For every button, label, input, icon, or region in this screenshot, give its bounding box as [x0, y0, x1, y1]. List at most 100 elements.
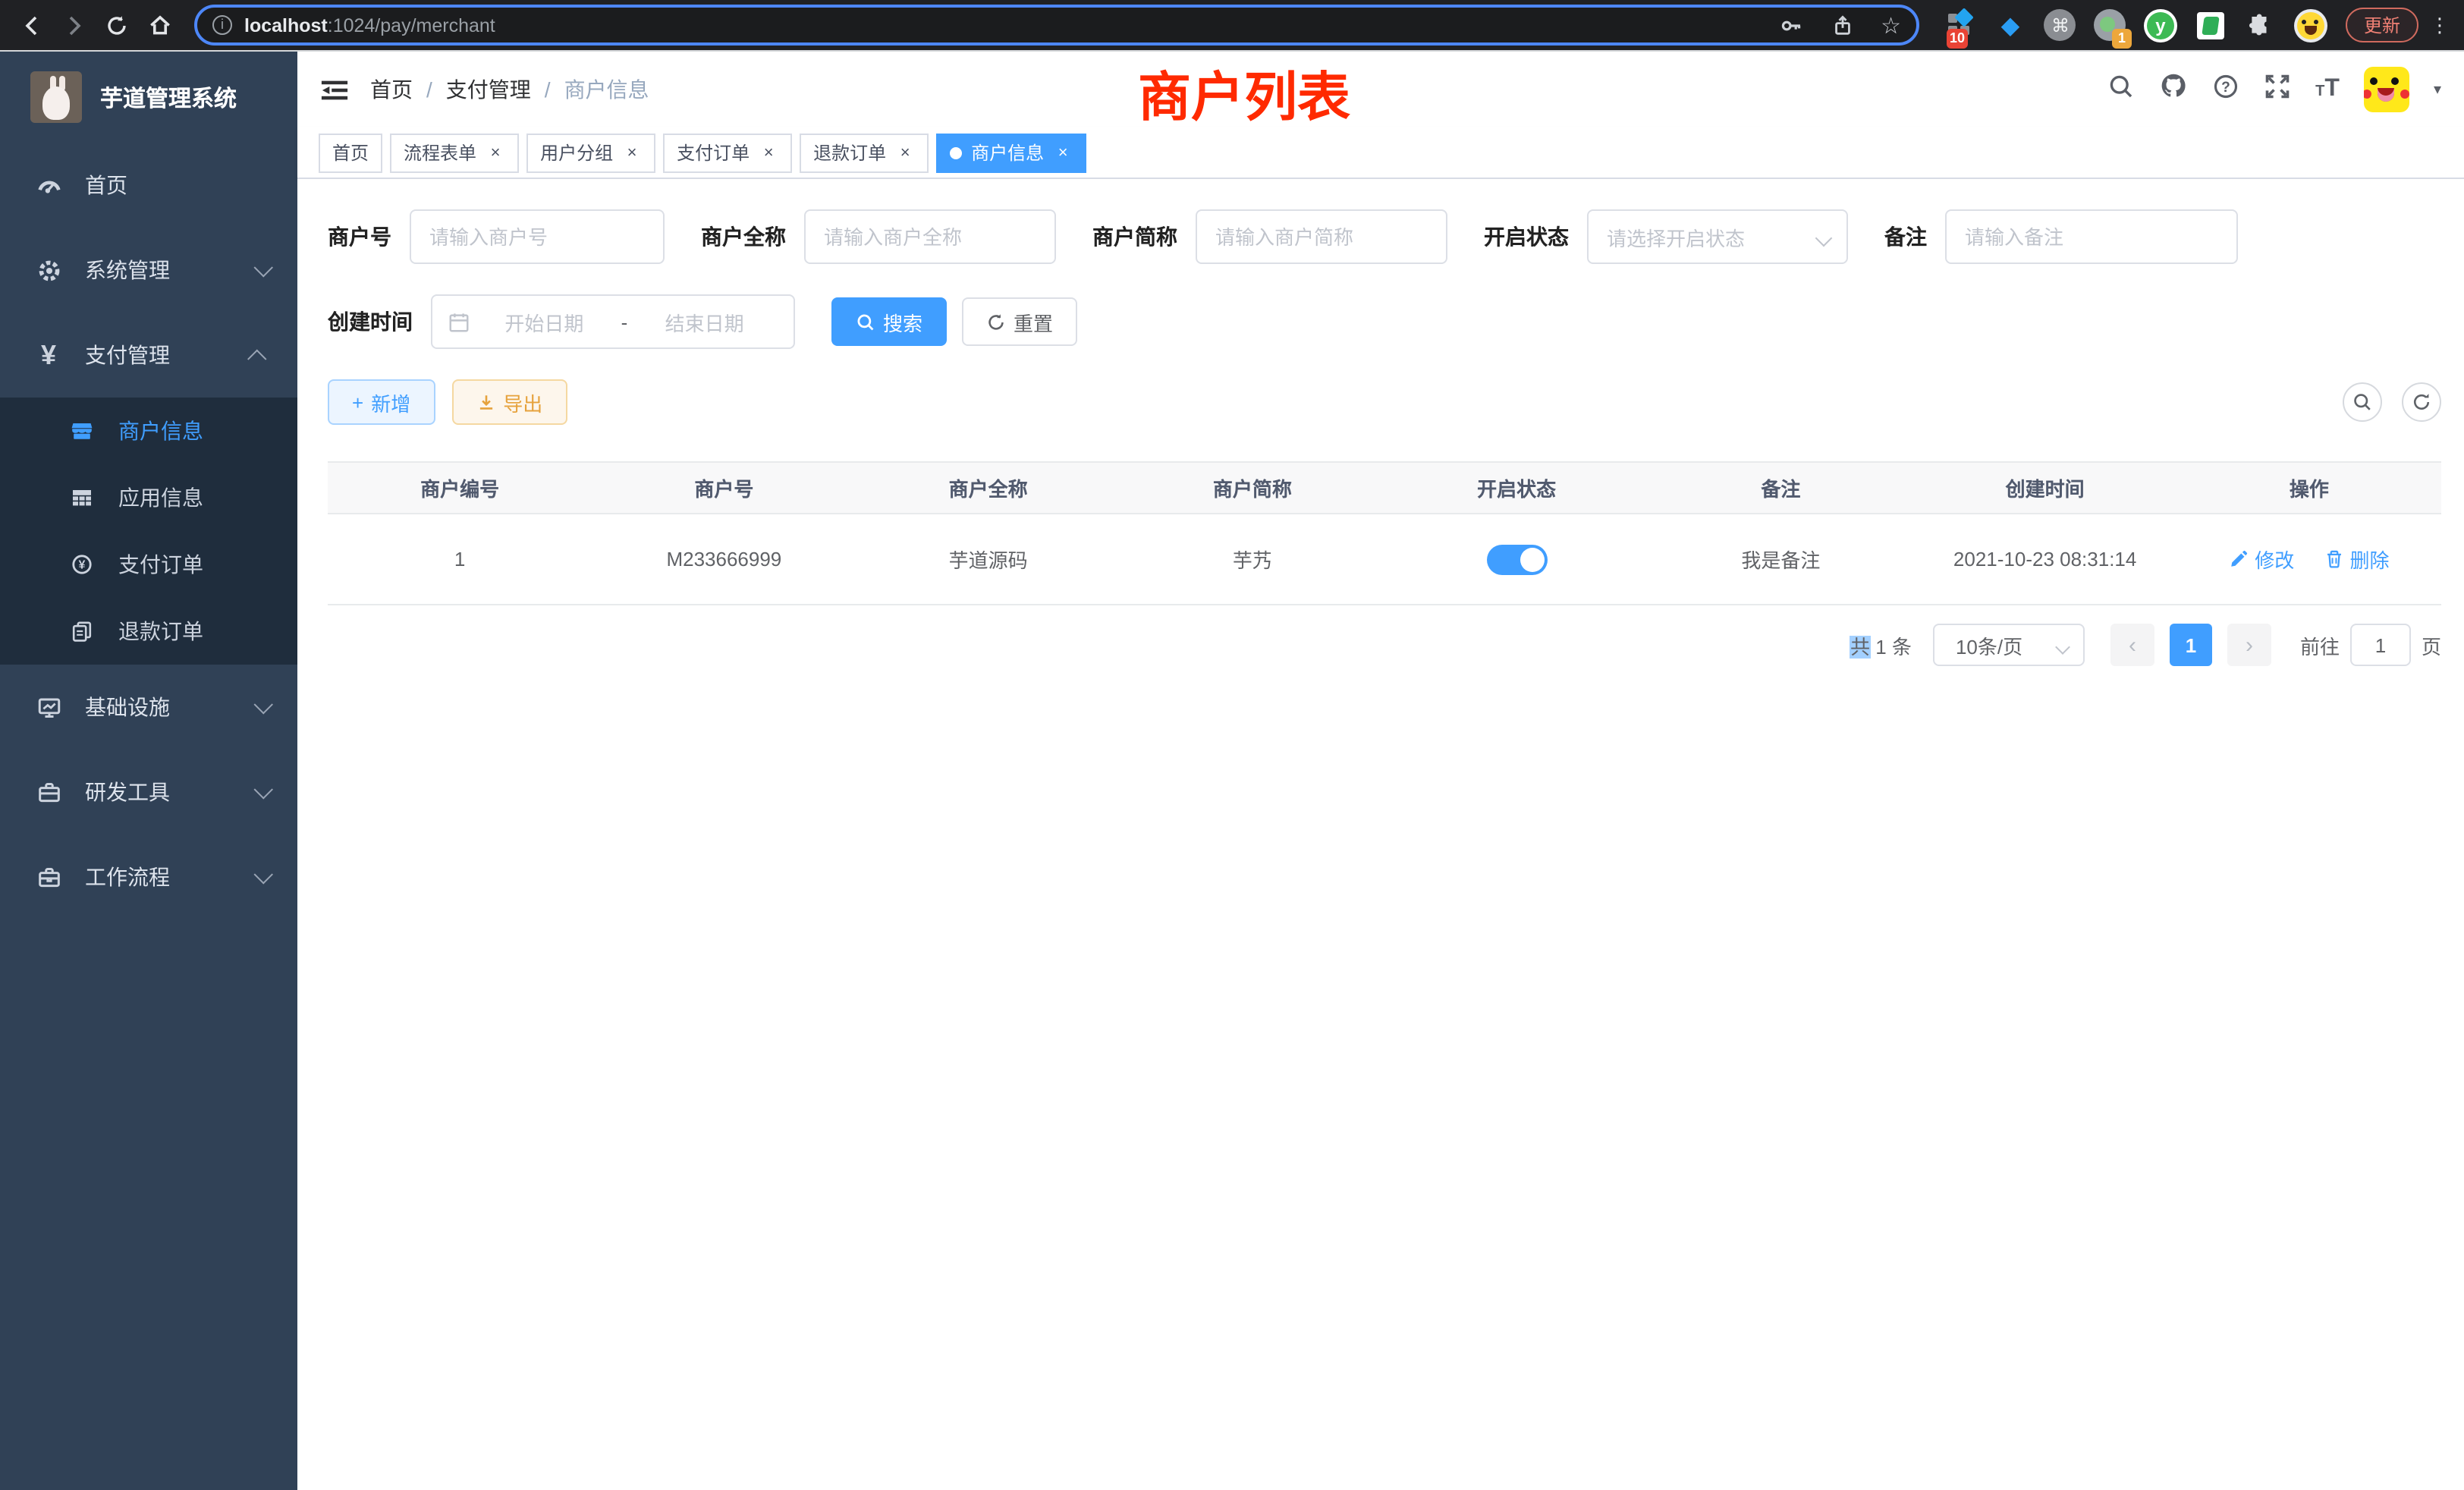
add-button[interactable]: + 新增	[328, 379, 435, 425]
sidebar-item-payment[interactable]: ¥ 支付管理	[0, 313, 297, 398]
tab-flow-form[interactable]: 流程表单×	[390, 133, 519, 172]
command-extension-icon[interactable]: ⌘	[2044, 8, 2077, 42]
tiles-extension-icon[interactable]: 10	[1944, 8, 1977, 42]
search-icon[interactable]	[2107, 72, 2135, 107]
breadcrumb-payment[interactable]: 支付管理	[446, 74, 531, 105]
status-select[interactable]: 请选择开启状态	[1587, 209, 1848, 264]
extensions-puzzle-icon[interactable]	[2244, 8, 2277, 42]
col-full-name: 商户全称	[856, 462, 1120, 514]
close-icon[interactable]: ×	[486, 143, 505, 162]
merchant-no-label: 商户号	[328, 222, 391, 252]
page-info-icon[interactable]: i	[212, 15, 232, 35]
sidebar-item-label: 退款订单	[118, 616, 203, 646]
browser-reload-button[interactable]	[97, 5, 137, 45]
toggle-search-button[interactable]	[2343, 382, 2382, 422]
edit-link[interactable]: 修改	[2229, 545, 2294, 574]
cell-short-name: 芋艿	[1120, 514, 1384, 605]
cell-merchant-id: 1	[328, 514, 592, 605]
merchant-table: 商户编号 商户号 商户全称 商户简称 开启状态 备注 创建时间 操作 1	[328, 461, 2441, 605]
sidebar-item-workflow[interactable]: 工作流程	[0, 835, 297, 919]
search-icon	[2352, 391, 2373, 413]
breadcrumb-home[interactable]: 首页	[370, 74, 413, 105]
sidebar-item-refund-order[interactable]: 退款订单	[0, 598, 297, 665]
app-logo[interactable]: 芋道管理系统	[0, 52, 297, 143]
caret-down-icon[interactable]: ▾	[2434, 81, 2441, 98]
page-size-select[interactable]: 10条/页	[1933, 624, 2085, 666]
browser-update-button[interactable]: 更新	[2346, 8, 2418, 42]
sidebar-item-home[interactable]: 首页	[0, 143, 297, 228]
extension-badge: 10	[1947, 28, 1968, 48]
github-icon[interactable]	[2159, 71, 2188, 108]
refresh-table-button[interactable]	[2402, 382, 2441, 422]
col-actions: 操作	[2177, 462, 2441, 514]
tab-merchant-info[interactable]: 商户信息×	[936, 133, 1086, 172]
sidebar-item-pay-order[interactable]: ¥ 支付订单	[0, 531, 297, 598]
sidebar-item-system[interactable]: 系统管理	[0, 228, 297, 313]
browser-forward-button[interactable]	[55, 5, 94, 45]
close-icon[interactable]: ×	[622, 143, 642, 162]
full-name-input[interactable]	[804, 209, 1056, 264]
font-size-icon[interactable]: TT	[2315, 77, 2340, 102]
reset-button[interactable]: 重置	[962, 297, 1077, 346]
chevron-down-icon	[2055, 640, 2070, 655]
help-icon[interactable]: ?	[2212, 72, 2239, 107]
gem-extension-icon[interactable]: ◆	[1994, 8, 2027, 42]
tab-home[interactable]: 首页	[319, 133, 382, 172]
docs-extension-icon[interactable]	[2194, 8, 2227, 42]
collapse-sidebar-icon[interactable]	[320, 77, 349, 102]
browser-menu-icon[interactable]: ⋮	[2428, 13, 2452, 37]
close-icon[interactable]: ×	[895, 143, 915, 162]
tab-user-group[interactable]: 用户分组×	[526, 133, 655, 172]
search-button[interactable]: 搜索	[831, 297, 947, 346]
short-name-input[interactable]	[1196, 209, 1447, 264]
chevron-down-icon	[254, 779, 273, 798]
profile-emoji-icon[interactable]	[2294, 8, 2327, 42]
close-icon[interactable]: ×	[759, 143, 778, 162]
goto-page-input[interactable]	[2350, 624, 2411, 666]
merchant-no-input[interactable]	[410, 209, 665, 264]
pencil-icon	[2229, 549, 2249, 569]
col-short-name: 商户简称	[1120, 462, 1384, 514]
page-1-button[interactable]: 1	[2170, 624, 2212, 666]
password-key-icon[interactable]	[1779, 13, 1803, 37]
cell-remark: 我是备注	[1648, 514, 1912, 605]
sidebar: 芋道管理系统 首页 系统管理 ¥ 支付管理	[0, 52, 297, 1490]
next-page-button[interactable]: ›	[2227, 624, 2271, 666]
close-icon[interactable]: ×	[1053, 143, 1073, 162]
refresh-icon	[2411, 391, 2432, 413]
browser-back-button[interactable]	[12, 5, 52, 45]
chevron-down-icon	[1815, 230, 1833, 247]
recorder-extension-icon[interactable]: 1	[2094, 8, 2127, 42]
y-extension-icon[interactable]: y	[2144, 8, 2177, 42]
svg-text:?: ?	[2221, 79, 2230, 95]
fullscreen-icon[interactable]	[2264, 72, 2291, 107]
browser-home-button[interactable]	[140, 5, 179, 45]
sidebar-item-label: 系统管理	[85, 255, 170, 285]
export-button[interactable]: 导出	[451, 379, 567, 425]
delete-link[interactable]: 删除	[2324, 545, 2390, 574]
sidebar-item-app-info[interactable]: 应用信息	[0, 464, 297, 531]
merchant-status-toggle[interactable]	[1486, 544, 1547, 574]
date-range-input[interactable]: 开始日期 - 结束日期	[431, 294, 795, 349]
sidebar-item-infrastructure[interactable]: 基础设施	[0, 665, 297, 750]
breadcrumb-current: 商户信息	[564, 74, 649, 105]
remark-input[interactable]	[1945, 209, 2238, 264]
sidebar-item-dev-tools[interactable]: 研发工具	[0, 750, 297, 835]
sidebar-item-merchant-info[interactable]: 商户信息	[0, 398, 297, 464]
url-bar[interactable]: i localhost:1024/pay/merchant ☆	[194, 5, 1919, 46]
active-tab-dot	[950, 146, 962, 159]
bookmark-star-icon[interactable]: ☆	[1881, 11, 1901, 39]
arrow-right-icon	[62, 13, 86, 37]
tab-refund-order[interactable]: 退款订单×	[800, 133, 929, 172]
user-avatar[interactable]	[2364, 67, 2409, 112]
tab-pay-order[interactable]: 支付订单×	[663, 133, 792, 172]
prev-page-button[interactable]: ‹	[2110, 624, 2154, 666]
table-row: 1 M233666999 芋道源码 芋艿 我是备注 2021-10-23 08:…	[328, 514, 2441, 605]
logo-rabbit-image	[30, 71, 82, 123]
app-title: 芋道管理系统	[100, 81, 237, 113]
chevron-up-icon	[247, 349, 266, 368]
share-icon[interactable]	[1831, 13, 1853, 37]
extension-badge: 1	[2112, 28, 2132, 48]
url-text: localhost:1024/pay/merchant	[244, 14, 495, 36]
yen-icon: ¥	[30, 341, 67, 369]
